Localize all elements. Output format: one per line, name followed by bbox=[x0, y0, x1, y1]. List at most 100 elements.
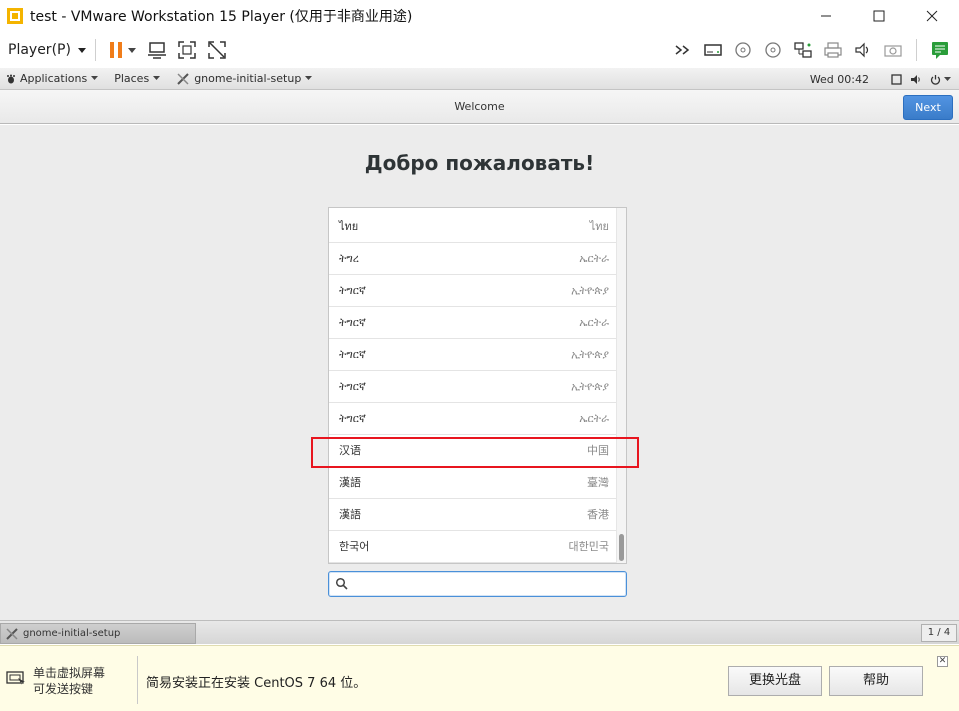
language-region: ไทย bbox=[589, 220, 609, 233]
fullscreen-button[interactable] bbox=[176, 39, 198, 61]
language-row[interactable]: 漢語 香港 bbox=[329, 499, 617, 531]
maximize-icon bbox=[873, 10, 885, 22]
search-icon bbox=[335, 577, 348, 590]
minimize-icon bbox=[821, 15, 831, 17]
player-menu-label: Player(P) bbox=[8, 42, 71, 58]
change-disc-button[interactable]: 更换光盘 bbox=[728, 666, 822, 696]
language-row[interactable]: ትግርኛ ኢትዮጵያ bbox=[329, 371, 617, 403]
chevron-down-icon bbox=[153, 76, 161, 80]
language-region: ኢትዮጵያ bbox=[571, 284, 609, 297]
language-region: ኢትዮጵያ bbox=[571, 348, 609, 361]
language-row[interactable]: ትግርኛ ኤርትራ bbox=[329, 403, 617, 435]
install-status-message: 简易安装正在安装 CentOS 7 64 位。 bbox=[146, 676, 367, 691]
vmware-toolbar: Player(P) bbox=[0, 32, 959, 68]
chevron-down-icon bbox=[91, 76, 99, 80]
applications-label: Applications bbox=[20, 72, 88, 85]
hard-disk-icon bbox=[704, 44, 722, 56]
scrollbar-thumb[interactable] bbox=[619, 534, 624, 561]
display-icon[interactable] bbox=[891, 73, 902, 85]
language-name: 漢語 bbox=[339, 476, 361, 489]
power-menu[interactable] bbox=[930, 74, 951, 85]
chevron-down-icon bbox=[305, 76, 313, 80]
system-status-area: Wed 00:42 bbox=[810, 68, 951, 90]
gnome-foot-icon bbox=[7, 74, 15, 83]
hint-instructions: 单击虚拟屏幕 可发送按键 bbox=[33, 665, 105, 697]
sound-button[interactable] bbox=[852, 39, 874, 61]
player-menu[interactable]: Player(P) bbox=[8, 42, 87, 58]
message-log-icon bbox=[932, 42, 948, 59]
hint-line-2: 可发送按键 bbox=[33, 682, 94, 696]
taskbar-item-label: gnome-initial-setup bbox=[23, 628, 121, 639]
language-name: 漢語 bbox=[339, 508, 361, 521]
vmware-logo-icon bbox=[7, 8, 23, 24]
more-devices-button[interactable] bbox=[672, 39, 694, 61]
places-menu[interactable]: Places bbox=[114, 72, 161, 85]
unity-button[interactable] bbox=[206, 39, 228, 61]
maximize-button[interactable] bbox=[856, 0, 902, 32]
language-row[interactable]: 한국어 대한민국 bbox=[329, 531, 617, 563]
gnome-taskbar: gnome-initial-setup 1 / 4 bbox=[0, 620, 959, 644]
language-list[interactable]: ไทย ไทย ትግረ ኤርትራ ትግርኛ ኢትዮጵያ ትግርኛ ኤርትራ ትግርኛ ኢትዮጵያ ት… bbox=[328, 207, 627, 564]
language-row[interactable]: ትግርኛ ኢትዮጵያ bbox=[329, 339, 617, 371]
close-icon: ✕ bbox=[938, 656, 947, 666]
send-ctrl-alt-del-button[interactable] bbox=[146, 39, 168, 61]
hard-disk-button[interactable] bbox=[702, 39, 724, 61]
keyboard-click-icon bbox=[6, 671, 25, 685]
cd-drive-2-button[interactable] bbox=[762, 39, 784, 61]
pause-icon bbox=[109, 42, 136, 58]
page-title: Welcome bbox=[454, 100, 505, 113]
language-name: 한국어 bbox=[339, 540, 370, 553]
volume-icon[interactable] bbox=[910, 74, 922, 85]
close-window-button[interactable] bbox=[909, 0, 955, 32]
hint-divider bbox=[137, 656, 138, 704]
language-region: ኢትዮጵያ bbox=[571, 380, 609, 393]
language-name: ትግረ bbox=[339, 252, 359, 265]
camera-button[interactable] bbox=[882, 39, 904, 61]
cd-icon bbox=[765, 42, 781, 58]
double-chevron-right-icon bbox=[675, 45, 690, 55]
app-menu-label: gnome-initial-setup bbox=[194, 72, 302, 85]
language-search-field[interactable] bbox=[328, 571, 627, 597]
network-adapter-button[interactable] bbox=[792, 39, 814, 61]
language-row[interactable]: ትግረ ኤርትራ bbox=[329, 243, 617, 275]
language-row[interactable]: ไทย ไทย bbox=[329, 211, 617, 243]
speaker-icon bbox=[855, 42, 869, 58]
cd-drive-1-button[interactable] bbox=[732, 39, 754, 61]
taskbar-item-gnome-initial-setup[interactable]: gnome-initial-setup bbox=[0, 623, 196, 644]
camera-icon bbox=[884, 45, 902, 57]
applications-menu[interactable]: Applications bbox=[6, 72, 99, 85]
scrollbar[interactable] bbox=[616, 208, 626, 563]
language-name: ትግርኛ bbox=[339, 284, 366, 297]
next-button[interactable]: Next bbox=[903, 95, 953, 120]
gnome-top-bar: Applications Places gnome-initial-setup … bbox=[0, 68, 959, 90]
language-region: ኤርትራ bbox=[579, 252, 609, 265]
language-row[interactable]: ትግርኛ ኢትዮጵያ bbox=[329, 275, 617, 307]
clock[interactable]: Wed 00:42 bbox=[810, 73, 869, 86]
places-label: Places bbox=[114, 72, 150, 85]
pause-button[interactable] bbox=[108, 39, 138, 61]
message-log-button[interactable] bbox=[929, 39, 951, 61]
language-row[interactable]: ትግርኛ ኤርትራ bbox=[329, 307, 617, 339]
language-name: ไทย bbox=[339, 220, 359, 233]
help-button[interactable]: 帮助 bbox=[829, 666, 923, 696]
language-region: ኤርትራ bbox=[579, 316, 609, 329]
workspace-pager[interactable]: 1 / 4 bbox=[921, 624, 957, 642]
app-menu[interactable]: gnome-initial-setup bbox=[176, 72, 313, 86]
language-region: 香港 bbox=[587, 508, 609, 521]
printer-button[interactable] bbox=[822, 39, 844, 61]
close-icon bbox=[926, 10, 938, 22]
search-input[interactable] bbox=[353, 575, 621, 593]
welcome-heading: Добро пожаловать! bbox=[364, 151, 595, 175]
toolbar-divider bbox=[94, 39, 96, 61]
selection-highlight-box bbox=[311, 437, 639, 468]
unity-icon bbox=[208, 41, 226, 59]
cd-icon bbox=[735, 42, 751, 58]
chevron-down-icon bbox=[944, 76, 951, 81]
fullscreen-icon bbox=[178, 41, 196, 59]
minimize-button[interactable] bbox=[803, 0, 849, 32]
close-hint-button[interactable]: ✕ bbox=[937, 656, 948, 667]
toolbar-divider bbox=[916, 39, 917, 61]
language-row[interactable]: 漢語 臺灣 bbox=[329, 467, 617, 499]
header-bar: Welcome bbox=[0, 90, 959, 124]
network-icon bbox=[794, 42, 812, 58]
